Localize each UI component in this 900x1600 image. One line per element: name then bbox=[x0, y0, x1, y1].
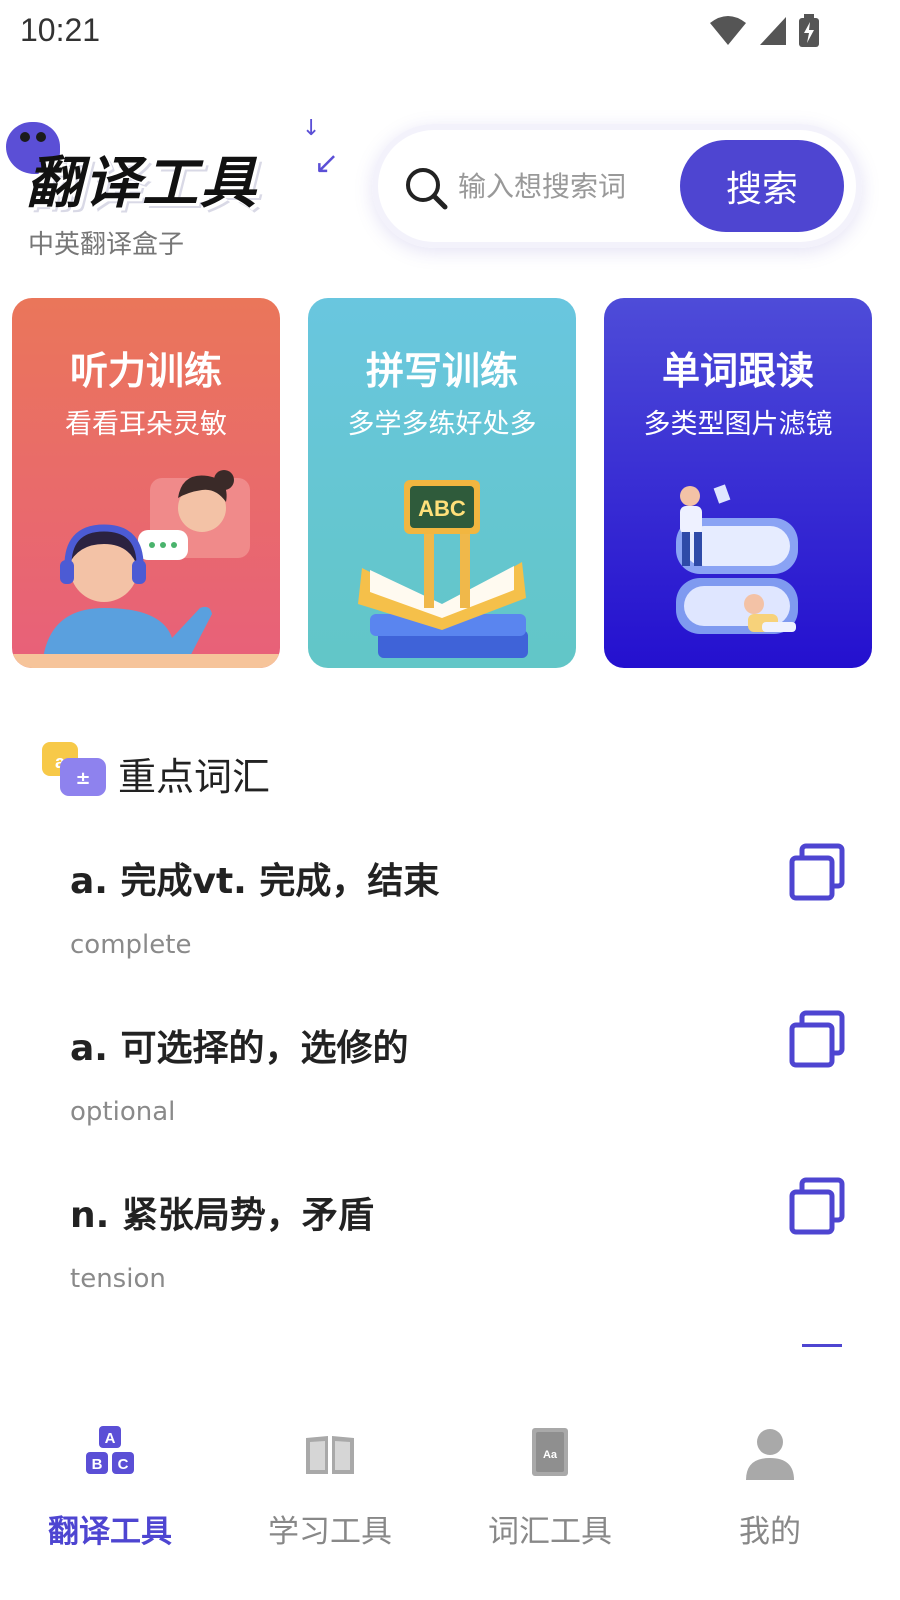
abc-blocks-icon: A B C bbox=[86, 1426, 134, 1474]
bottom-nav: A B C 翻译工具 学习工具 Aa 词汇工具 我的 bbox=[0, 1400, 900, 1600]
listening-illustration bbox=[12, 470, 280, 668]
vocab-word: complete bbox=[70, 930, 192, 960]
arrow-icon: ↙ bbox=[314, 146, 340, 181]
nav-tab-vocab-tools[interactable]: Aa 词汇工具 bbox=[440, 1420, 660, 1570]
translate-icon: a ± bbox=[42, 742, 106, 796]
svg-text:B: B bbox=[92, 1456, 103, 1473]
books-reading-illustration bbox=[676, 484, 798, 634]
vocab-word: optional bbox=[70, 1097, 176, 1127]
search-button[interactable]: 搜索 bbox=[680, 140, 844, 232]
abc-board-illustration: ABC bbox=[358, 480, 528, 658]
svg-text:±: ± bbox=[75, 768, 90, 789]
status-bar: 10:21 bbox=[0, 0, 900, 64]
svg-text:Aa: Aa bbox=[543, 1449, 558, 1461]
wifi-icon bbox=[710, 16, 746, 45]
vocab-meaning: a. 完成vt. 完成，结束 bbox=[70, 861, 440, 902]
nav-label: 翻译工具 bbox=[48, 1514, 172, 1550]
battery-icon bbox=[799, 14, 819, 47]
copy-icon[interactable] bbox=[786, 1176, 848, 1238]
vocab-item: n. 紧张局势，矛盾 tension bbox=[0, 1154, 900, 1314]
user-icon bbox=[746, 1429, 794, 1480]
vocab-meaning: a. 可选择的，选修的 bbox=[70, 1028, 409, 1069]
nav-label: 我的 bbox=[739, 1514, 801, 1550]
nav-tab-study-tools[interactable]: 学习工具 bbox=[220, 1420, 440, 1570]
svg-text:C: C bbox=[118, 1456, 129, 1473]
status-icons bbox=[708, 14, 820, 48]
section-title-key-vocab: 重点词汇 bbox=[118, 755, 271, 799]
search-icon bbox=[406, 168, 448, 210]
cellular-signal-icon bbox=[760, 17, 786, 45]
card-word-reading[interactable]: 单词跟读 多类型图片滤镜 bbox=[604, 298, 872, 668]
board-text: ABC bbox=[418, 496, 466, 521]
card-title: 单词跟读 bbox=[661, 349, 814, 393]
nav-label: 词汇工具 bbox=[488, 1514, 612, 1550]
arrow-down-icon: ↓ bbox=[302, 116, 321, 141]
search-input[interactable] bbox=[458, 162, 668, 210]
card-spelling-training[interactable]: 拼写训练 多学多练好处多 ABC bbox=[308, 298, 576, 668]
card-subtitle: 看看耳朵灵敏 bbox=[65, 409, 227, 440]
dictionary-icon: Aa bbox=[532, 1428, 568, 1476]
status-time: 10:21 bbox=[20, 12, 101, 48]
scroll-indicator bbox=[802, 1344, 842, 1347]
vocab-word: tension bbox=[70, 1264, 166, 1294]
card-title: 拼写训练 bbox=[365, 349, 518, 393]
card-title: 听力训练 bbox=[69, 349, 222, 393]
card-subtitle: 多学多练好处多 bbox=[347, 409, 537, 440]
search-bar: 搜索 bbox=[372, 124, 862, 248]
card-listening-training[interactable]: 听力训练 看看耳朵灵敏 bbox=[12, 298, 280, 668]
vocab-item: a. 可选择的，选修的 optional bbox=[0, 987, 900, 1147]
copy-icon[interactable] bbox=[786, 1009, 848, 1071]
app-subtitle: 中英翻译盒子 bbox=[28, 230, 185, 260]
nav-tab-translate[interactable]: A B C 翻译工具 bbox=[0, 1420, 220, 1570]
nav-tab-profile[interactable]: 我的 bbox=[660, 1420, 880, 1570]
vocab-meaning: n. 紧张局势，矛盾 bbox=[70, 1195, 374, 1236]
open-book-icon bbox=[306, 1436, 354, 1474]
copy-icon[interactable] bbox=[786, 842, 848, 904]
app-logo: ↓ ↙ 翻译工具 中英翻译盒子 bbox=[2, 112, 352, 262]
card-subtitle: 多类型图片滤镜 bbox=[643, 409, 833, 440]
nav-label: 学习工具 bbox=[268, 1514, 392, 1550]
svg-text:A: A bbox=[105, 1430, 116, 1447]
vocab-item: a. 完成vt. 完成，结束 complete bbox=[0, 820, 900, 980]
app-title: 翻译工具 bbox=[26, 151, 258, 216]
